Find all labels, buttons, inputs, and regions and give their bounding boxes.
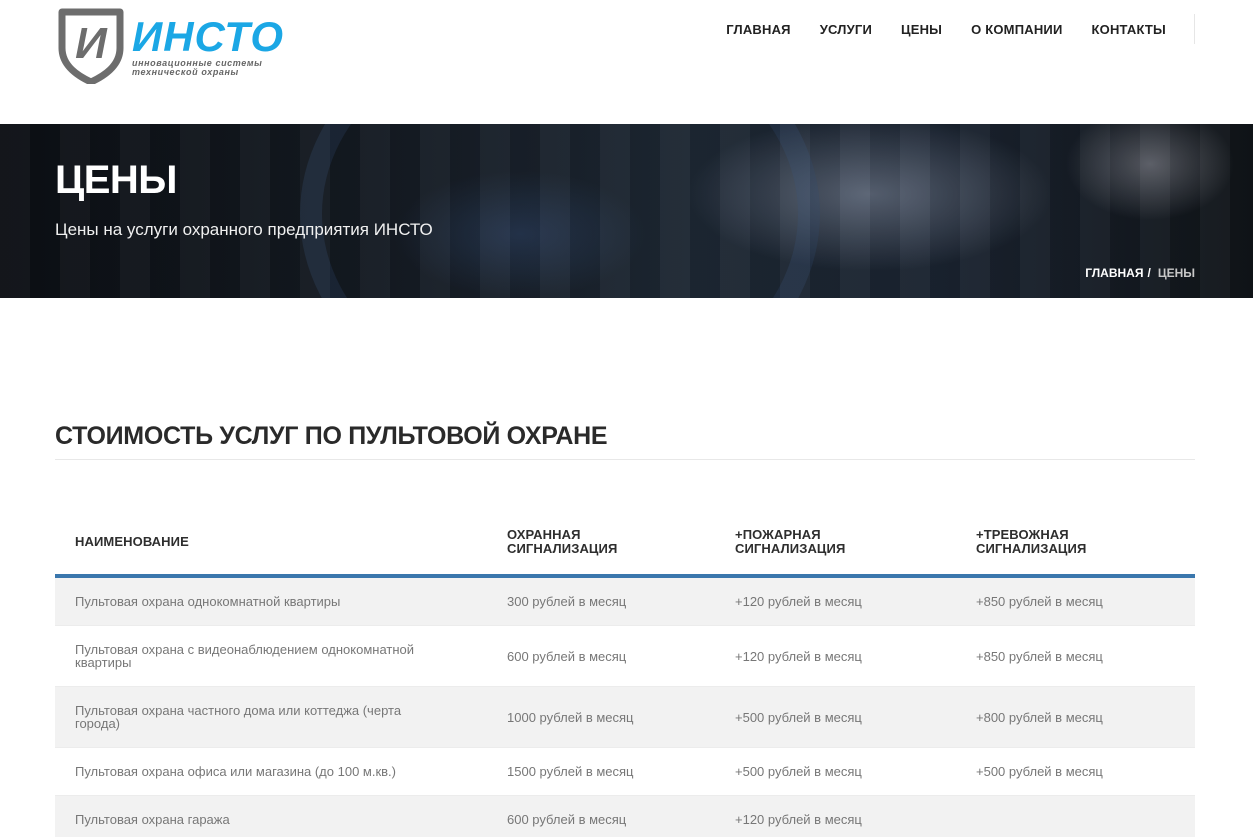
column-header-fire-line1: +ПОЖАРНАЯ	[735, 527, 821, 542]
table-row: Пультовая охрана офиса или магазина (до …	[55, 748, 1195, 796]
logo[interactable]: И ИНСТО инновационные системы техническо…	[56, 8, 286, 86]
cell-service-name: Пультовая охрана офиса или магазина (до …	[75, 764, 396, 779]
banner-background-texture	[0, 124, 1253, 298]
cell-service-name: Пультовая охрана частного дома или котте…	[75, 703, 402, 731]
shield-logo-icon: И	[58, 8, 124, 84]
nav-item-contacts[interactable]: КОНТАКТЫ	[1092, 22, 1166, 37]
cell-fire-price: +500 рублей в месяц	[735, 764, 862, 779]
breadcrumb: ГЛАВНАЯ / ЦЕНЫ	[1085, 266, 1195, 280]
column-header-security-line1: ОХРАННАЯ	[507, 527, 581, 542]
page-banner: ЦЕНЫ Цены на услуги охранного предприяти…	[0, 124, 1253, 298]
breadcrumb-home-link[interactable]: ГЛАВНАЯ	[1085, 266, 1143, 280]
page-title: ЦЕНЫ	[55, 158, 177, 202]
cell-fire-price: +120 рублей в месяц	[735, 594, 862, 609]
breadcrumb-separator: /	[1147, 266, 1151, 280]
cell-alarm-price: +850 рублей в месяц	[976, 594, 1103, 609]
cell-service-name: Пультовая охрана однокомнатной квартиры	[75, 594, 341, 609]
cell-security-price: 600 рублей в месяц	[507, 648, 627, 664]
table-row: Пультовая охрана частного дома или котте…	[55, 687, 1195, 748]
column-header-security-line2: СИГНАЛИЗАЦИЯ	[507, 541, 618, 556]
section-title: СТОИМОСТЬ УСЛУГ ПО ПУЛЬТОВОЙ ОХРАНЕ	[55, 422, 608, 450]
nav-item-home[interactable]: ГЛАВНАЯ	[726, 22, 790, 37]
breadcrumb-current: ЦЕНЫ	[1157, 266, 1195, 280]
price-table: НАИМЕНОВАНИЕ ОХРАННАЯ СИГНАЛИЗАЦИЯ +ПОЖА…	[55, 510, 1195, 837]
table-header-row: НАИМЕНОВАНИЕ ОХРАННАЯ СИГНАЛИЗАЦИЯ +ПОЖА…	[55, 510, 1195, 578]
cell-security-price: 600 рублей в месяц	[507, 812, 627, 827]
column-header-alarm-line1: +ТРЕВОЖНАЯ	[976, 527, 1069, 542]
nav-item-about[interactable]: О КОМПАНИИ	[971, 22, 1062, 37]
section-divider	[55, 459, 1195, 460]
cell-alarm-price: +500 рублей в месяц	[976, 764, 1103, 779]
column-header-name-label: НАИМЕНОВАНИЕ	[75, 534, 189, 549]
nav-item-prices[interactable]: ЦЕНЫ	[901, 22, 942, 37]
column-header-fire-line2: СИГНАЛИЗАЦИЯ	[735, 541, 846, 556]
table-row: Пультовая охрана гаража 600 рублей в мес…	[55, 796, 1195, 837]
column-header-alarm-line2: СИГНАЛИЗАЦИЯ	[976, 541, 1087, 556]
shield-letter: И	[75, 19, 108, 68]
nav-item-services[interactable]: УСЛУГИ	[820, 22, 872, 37]
cell-security-price: 1500 рублей в месяц	[507, 764, 634, 779]
cell-security-price: 1000 рублей в месяц	[507, 709, 634, 725]
site-header: И ИНСТО инновационные системы техническо…	[0, 0, 1253, 124]
column-header-alarm: +ТРЕВОЖНАЯ СИГНАЛИЗАЦИЯ	[976, 528, 1195, 556]
column-header-fire: +ПОЖАРНАЯ СИГНАЛИЗАЦИЯ	[735, 528, 976, 556]
cell-alarm-price: +850 рублей в месяц	[976, 648, 1103, 664]
cell-security-price: 300 рублей в месяц	[507, 594, 627, 609]
column-header-name: НАИМЕНОВАНИЕ	[55, 535, 507, 549]
cell-fire-price: +120 рублей в месяц	[735, 812, 862, 827]
brand-tagline: инновационные системы технической охраны	[132, 59, 292, 77]
brand-name: ИНСТО	[132, 13, 285, 60]
column-header-security: ОХРАННАЯ СИГНАЛИЗАЦИЯ	[507, 528, 735, 556]
main-nav: ГЛАВНАЯ УСЛУГИ ЦЕНЫ О КОМПАНИИ КОНТАКТЫ	[697, 14, 1195, 44]
cell-fire-price: +500 рублей в месяц	[735, 709, 862, 725]
brand-tagline-line2: технической охраны	[132, 67, 239, 77]
table-row: Пультовая охрана однокомнатной квартиры …	[55, 578, 1195, 626]
cell-fire-price: +120 рублей в месяц	[735, 648, 862, 664]
page-subtitle: Цены на услуги охранного предприятия ИНС…	[55, 220, 433, 239]
cell-alarm-price: +800 рублей в месяц	[976, 709, 1103, 725]
table-row: Пультовая охрана с видеонаблюдением одно…	[55, 626, 1195, 687]
cell-service-name: Пультовая охрана гаража	[75, 812, 230, 827]
cell-service-name: Пультовая охрана с видеонаблюдением одно…	[75, 642, 415, 670]
